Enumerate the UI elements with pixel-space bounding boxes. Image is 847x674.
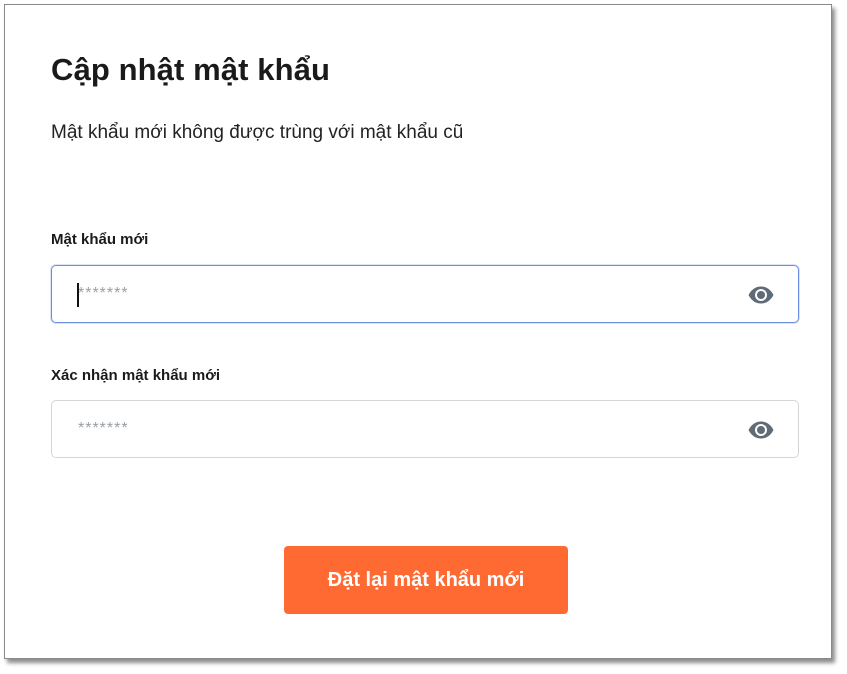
- new-password-input[interactable]: [52, 266, 732, 322]
- confirm-password-input[interactable]: [52, 401, 732, 457]
- confirm-password-label: Xác nhận mật khẩu mới: [51, 367, 221, 384]
- page-title: Cập nhật mật khẩu: [51, 52, 331, 87]
- page-subtitle: Mật khẩu mới không được trùng với mật kh…: [51, 122, 464, 143]
- text-cursor: [77, 283, 79, 307]
- confirm-password-field-container: [51, 400, 799, 458]
- toggle-visibility-new-password-button[interactable]: [746, 283, 776, 307]
- new-password-field-container: [51, 265, 799, 323]
- password-reset-panel: Cập nhật mật khẩu Mật khẩu mới không đượ…: [4, 4, 832, 659]
- toggle-visibility-confirm-password-button[interactable]: [746, 418, 776, 442]
- new-password-label: Mật khẩu mới: [51, 231, 149, 248]
- reset-password-button[interactable]: Đặt lại mật khẩu mới: [284, 546, 568, 614]
- eye-icon: [748, 421, 774, 439]
- eye-icon: [748, 286, 774, 304]
